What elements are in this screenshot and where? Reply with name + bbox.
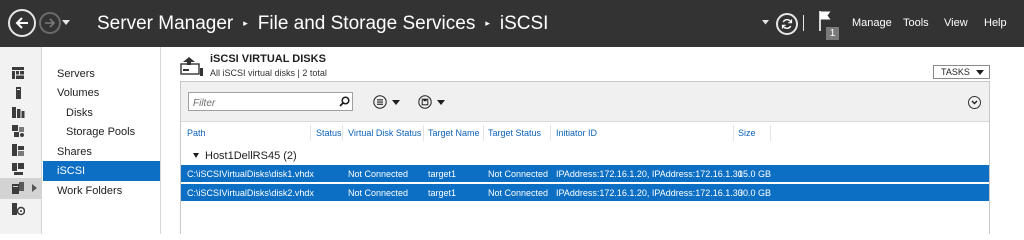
arrow-left-icon — [15, 17, 28, 29]
forward-button[interactable] — [39, 12, 61, 34]
breadcrumb-separator: ▸ — [243, 18, 248, 28]
nav-item-disks[interactable]: Disks — [66, 107, 93, 119]
back-button[interactable] — [8, 9, 36, 37]
nav-item-shares[interactable]: Shares — [57, 146, 92, 158]
dashboard-icon[interactable] — [11, 66, 25, 80]
section-title: iSCSI VIRTUAL DISKS — [210, 53, 326, 65]
column-header-size[interactable]: Size — [738, 128, 756, 138]
column-divider[interactable] — [342, 125, 343, 141]
arrow-right-icon — [45, 18, 56, 28]
column-divider[interactable] — [483, 125, 484, 141]
toolbar-divider — [803, 15, 804, 31]
refresh-dropdown-icon[interactable] — [762, 20, 769, 25]
notification-count-badge: 1 — [826, 27, 839, 40]
menu-manage[interactable]: Manage — [852, 17, 892, 29]
nav-item-servers[interactable]: Servers — [57, 68, 95, 80]
column-header-target-name[interactable]: Target Name — [428, 128, 480, 138]
nav-item-storage-pools[interactable]: Storage Pools — [66, 126, 135, 138]
cell-path: C:\iSCSIVirtualDisks\disk1.vhdx — [187, 169, 314, 179]
file-storage-icon[interactable] — [11, 181, 25, 195]
section-subtitle: All iSCSI virtual disks | 2 total — [210, 68, 327, 78]
menu-help[interactable]: Help — [984, 17, 1007, 29]
breadcrumb: Server Manager ▸ File and Storage Servic… — [97, 13, 548, 35]
all-servers-icon[interactable] — [11, 105, 25, 119]
nav-item-work-folders[interactable]: Work Folders — [57, 185, 122, 197]
tasks-dropdown[interactable]: TASKS — [933, 65, 990, 79]
refresh-icon — [781, 19, 793, 29]
expand-collapse-button[interactable] — [968, 96, 981, 109]
cell-initiator-id: IPAddress:172.16.1.20, IPAddress:172.16.… — [556, 188, 743, 198]
table-row[interactable]: C:\iSCSIVirtualDisks\disk2.vhdx Not Conn… — [181, 184, 989, 201]
column-header-path[interactable]: Path — [187, 128, 206, 138]
cell-path: C:\iSCSIVirtualDisks\disk2.vhdx — [187, 188, 314, 198]
menu-tools[interactable]: Tools — [903, 17, 929, 29]
column-divider[interactable] — [550, 125, 551, 141]
column-divider[interactable] — [310, 125, 311, 141]
title-bar: Server Manager ▸ File and Storage Servic… — [0, 0, 1024, 47]
chevron-down-icon — [976, 70, 984, 75]
cell-target-status: Not Connected — [488, 169, 549, 179]
cell-target-name: target1 — [428, 169, 457, 179]
breadcrumb-iscsi[interactable]: iSCSI — [500, 13, 549, 35]
iis-icon[interactable] — [11, 143, 25, 157]
local-server-icon[interactable] — [11, 86, 25, 100]
wds-icon[interactable] — [11, 202, 25, 216]
cell-size: 15.0 GB — [738, 169, 772, 179]
column-divider[interactable] — [733, 125, 734, 141]
table-row[interactable]: C:\iSCSIVirtualDisks\disk1.vhdx Not Conn… — [181, 165, 989, 182]
server-group-label: Host1DellRS45 (2) — [205, 150, 297, 162]
history-dropdown-icon[interactable] — [62, 20, 70, 26]
column-divider[interactable] — [770, 125, 771, 141]
left-icon-rail — [0, 47, 42, 234]
cell-virtual-disk-status: Not Connected — [348, 188, 409, 198]
save-query-dropdown-icon[interactable] — [437, 100, 445, 105]
tasks-label: TASKS — [941, 67, 970, 77]
column-header-status[interactable]: Status — [316, 128, 342, 138]
nav-item-iscsi[interactable]: iSCSI — [57, 165, 85, 177]
column-divider[interactable] — [423, 125, 424, 141]
column-header-target-status[interactable]: Target Status — [488, 128, 541, 138]
refresh-button[interactable] — [776, 13, 798, 35]
save-query-icon[interactable] — [418, 95, 432, 109]
cell-virtual-disk-status: Not Connected — [348, 169, 409, 179]
cell-target-name: target1 — [428, 188, 457, 198]
virtual-disks-panel: Path Status Virtual Disk Status Target N… — [180, 81, 990, 234]
menu-view[interactable]: View — [944, 17, 968, 29]
breadcrumb-server-manager[interactable]: Server Manager — [97, 13, 233, 35]
server-group-row[interactable]: Host1DellRS45 (2) — [181, 146, 989, 164]
collapse-triangle-icon[interactable] — [193, 153, 199, 158]
query-options-icon[interactable] — [373, 95, 387, 109]
breadcrumb-file-storage[interactable]: File and Storage Services — [258, 13, 476, 35]
filter-input[interactable] — [188, 92, 353, 111]
iscsi-virtual-disk-icon — [180, 57, 203, 76]
cell-target-status: Not Connected — [488, 188, 549, 198]
file-services-icon[interactable] — [11, 124, 25, 138]
chevron-down-icon — [971, 100, 978, 105]
filter-bar — [181, 82, 989, 122]
column-header-virtual-disk-status[interactable]: Virtual Disk Status — [348, 128, 421, 138]
file-storage-nav-pane: Servers Volumes Disks Storage Pools Shar… — [43, 47, 161, 234]
column-header-initiator-id[interactable]: Initiator ID — [556, 128, 597, 138]
cell-initiator-id: IPAddress:172.16.1.20, IPAddress:172.16.… — [556, 169, 743, 179]
remote-access-icon[interactable] — [11, 162, 25, 176]
query-options-dropdown-icon[interactable] — [392, 100, 400, 105]
cell-size: 30.0 GB — [738, 188, 772, 198]
nav-item-volumes[interactable]: Volumes — [57, 87, 99, 99]
breadcrumb-separator: ▸ — [485, 18, 490, 28]
search-icon[interactable] — [339, 96, 350, 107]
rail-expand-arrow-icon[interactable] — [32, 184, 37, 192]
table-header: Path Status Virtual Disk Status Target N… — [181, 123, 989, 143]
